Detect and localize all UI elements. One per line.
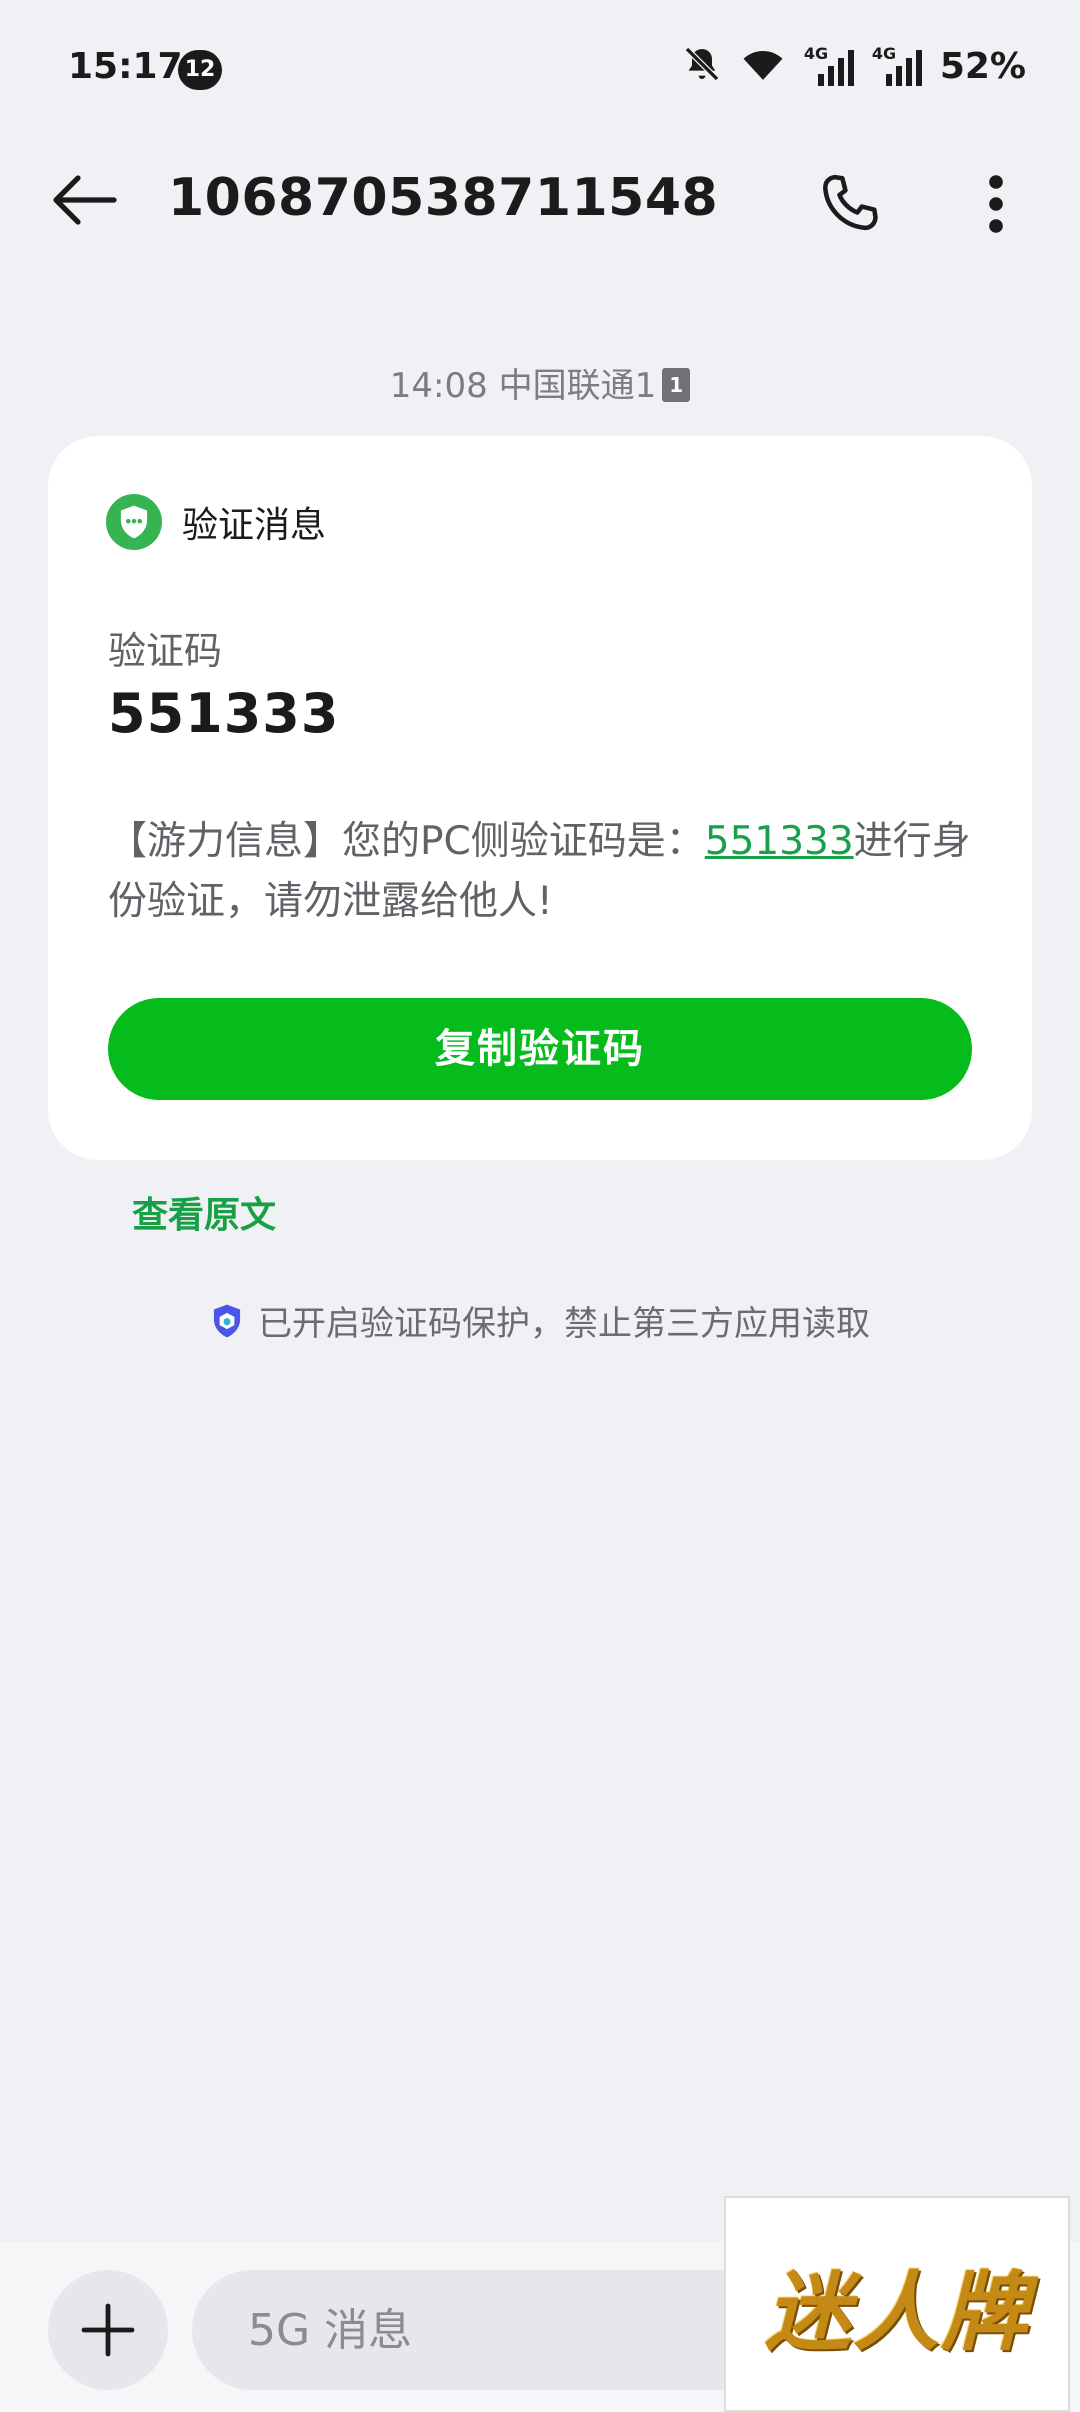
status-bar: 15:17 12 4G 4G 52% bbox=[0, 0, 1080, 140]
status-icons: 4G 4G 52% bbox=[682, 44, 1026, 88]
message-meta-text: 14:08 中国联通1 bbox=[389, 366, 657, 406]
sender-number: 106870538711548 bbox=[168, 168, 719, 228]
code-label: 验证码 bbox=[108, 629, 223, 673]
plus-icon bbox=[81, 2303, 135, 2357]
bell-muted-icon bbox=[682, 44, 722, 88]
conversation-header: 106870538711548 bbox=[0, 140, 1080, 260]
call-button[interactable] bbox=[808, 162, 892, 246]
more-options-button[interactable] bbox=[962, 162, 1030, 246]
wifi-icon bbox=[740, 44, 786, 88]
add-attachment-button[interactable] bbox=[48, 2270, 168, 2390]
verification-message-card: 验证消息 验证码 551333 【游力信息】您的PC侧验证码是：551333进行… bbox=[48, 436, 1032, 1160]
status-time: 15:17 bbox=[68, 46, 183, 87]
view-original-link[interactable]: 查看原文 bbox=[132, 1186, 276, 1238]
phone-icon bbox=[823, 174, 878, 231]
watermark-text: 迷人牌 bbox=[765, 2261, 1029, 2363]
messages-screen: 15:17 12 4G 4G 52% 106870538711548 14:08… bbox=[0, 0, 1080, 2412]
battery-level: 52% bbox=[939, 45, 1026, 87]
sim-card-icon: 1 bbox=[662, 367, 691, 402]
watermark-logo: 迷人牌 bbox=[724, 2196, 1070, 2412]
signal-icon-sim2: 4G bbox=[872, 44, 922, 86]
code-protection-notice: 已开启验证码保护，禁止第三方应用读取 bbox=[0, 1296, 1080, 1345]
copy-code-button[interactable]: 复制验证码 bbox=[108, 998, 972, 1100]
verification-code: 551333 bbox=[108, 682, 340, 745]
notification-count-badge: 12 bbox=[178, 50, 222, 90]
more-vertical-icon bbox=[989, 175, 1003, 233]
signal-icon-sim1: 4G bbox=[804, 44, 854, 86]
message-body: 【游力信息】您的PC侧验证码是：551333进行身份验证，请勿泄露给他人! bbox=[108, 812, 988, 932]
shield-message-icon bbox=[106, 494, 162, 550]
message-body-prefix: 【游力信息】您的PC侧验证码是： bbox=[108, 819, 705, 864]
protection-note-text: 已开启验证码保护，禁止第三方应用读取 bbox=[258, 1304, 870, 1344]
message-timestamp: 14:08 中国联通1 1 bbox=[0, 358, 1080, 407]
code-link[interactable]: 551333 bbox=[705, 819, 854, 864]
card-header: 验证消息 bbox=[106, 494, 326, 550]
shield-check-icon bbox=[213, 1304, 241, 1337]
back-button[interactable] bbox=[44, 162, 124, 238]
card-title: 验证消息 bbox=[182, 505, 327, 546]
arrow-left-icon bbox=[53, 175, 117, 225]
